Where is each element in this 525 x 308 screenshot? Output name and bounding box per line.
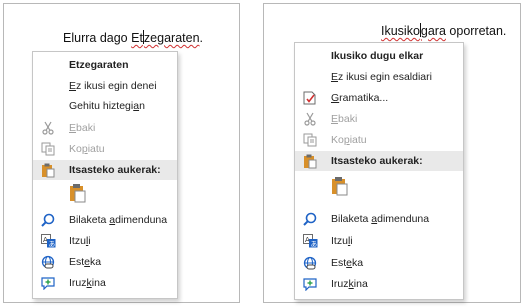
spelling-context-menu: Etzegaraten Ez ikusi egin denei Gehitu h… [32,51,178,299]
menu-item-translate[interactable]: Aあ Itzuli [33,231,177,251]
svg-text:あ: あ [48,240,55,248]
link-label: Esteka [69,256,102,268]
link-label: Esteka [331,257,364,269]
menu-item-paste-options-header: Itsasteko aukerak: [33,160,177,180]
cut-label: Ebaki [69,122,96,134]
paste-keep-text-only-button[interactable] [331,176,351,198]
ignore-sentence-label: Ez ikusi egin esaldiari [331,71,432,83]
comment-label: Iruzkina [331,278,368,290]
copy-icon [40,141,56,157]
menu-item-suggestion[interactable]: Etzegaraten [33,55,177,75]
menu-item-link[interactable]: Esteka [295,253,463,273]
menu-item-grammar[interactable]: Gramatika... [295,88,463,108]
ignore-all-label: Ez ikusi egin denei [69,80,157,92]
copy-icon [302,132,318,148]
suggestion-label: Ikusiko dugu elkar [331,50,424,62]
smart-lookup-icon [302,211,318,227]
sentence-rest: oporretan. [445,24,507,38]
left-document-sentence: Elurra dago Etzegaraten. [63,30,203,45]
paste-keep-text-only-button[interactable] [69,183,89,205]
paste-option-icon [331,177,349,199]
scissors-icon [40,120,56,136]
smart-lookup-icon [40,212,56,228]
menu-item-link[interactable]: Esteka [33,252,177,272]
menu-item-translate[interactable]: Aあ Itzuli [295,231,463,251]
menu-item-cut[interactable]: Ebaki [33,118,177,138]
paste-option-icon [69,184,87,206]
menu-item-smart-lookup[interactable]: Bilaketa adimenduna [295,209,463,229]
left-document-panel: Elurra dago Etzegaraten. Etzegaraten Ez … [3,3,240,303]
menu-item-cut[interactable]: Ebaki [295,109,463,129]
menu-item-suggestion[interactable]: Ikusiko dugu elkar [295,46,463,66]
link-icon [302,255,318,271]
menu-item-ignore-all[interactable]: Ez ikusi egin denei [33,76,177,96]
grammar-icon [302,90,318,106]
right-document-sentence: Ikusikogara oporretan. [381,23,506,38]
translate-icon: Aあ [40,233,56,249]
svg-text:あ: あ [310,240,317,248]
menu-item-comment[interactable]: Iruzkina [295,274,463,294]
misspelled-word[interactable]: Etzegaraten [131,30,200,45]
clipboard-icon [40,162,56,178]
copy-label: Kopiatu [69,143,105,155]
smart-lookup-label: Bilaketa adimenduna [69,214,168,226]
grammar-context-menu: Ikusiko dugu elkar Ez ikusi egin esaldia… [294,42,464,300]
sentence-prefix: Elurra dago [63,31,132,45]
comment-icon [40,275,56,291]
comment-icon [302,276,318,292]
cut-label: Ebaki [331,113,358,125]
menu-item-comment[interactable]: Iruzkina [33,273,177,293]
grammar-flagged-phrase[interactable]: Ikusikogara [381,23,446,38]
menu-item-add-to-dictionary[interactable]: Gehitu hiztegian [33,96,177,116]
paste-options-label: Itsasteko aukerak: [69,164,161,176]
paste-options-label: Itsasteko aukerak: [331,155,423,167]
link-icon [40,254,56,270]
menu-item-copy[interactable]: Kopiatu [295,130,463,150]
translate-label: Itzuli [69,235,91,247]
grammar-label: Gramatika... [331,92,389,104]
comment-label: Iruzkina [69,277,106,289]
suggestion-label: Etzegaraten [69,59,129,71]
add-dictionary-label: Gehitu hiztegian [69,100,145,112]
menu-item-paste-options-header: Itsasteko aukerak: [295,151,463,171]
translate-label: Itzuli [331,235,353,247]
smart-lookup-label: Bilaketa adimenduna [331,213,430,225]
copy-label: Kopiatu [331,134,367,146]
menu-item-ignore-sentence[interactable]: Ez ikusi egin esaldiari [295,67,463,87]
translate-icon: Aあ [302,233,318,249]
menu-item-copy[interactable]: Kopiatu [33,139,177,159]
right-document-panel: Ikusikogara oporretan. Ikusiko dugu elka… [263,3,521,303]
clipboard-icon [302,153,318,169]
sentence-punctuation: . [199,31,204,45]
scissors-icon [302,111,318,127]
menu-item-smart-lookup[interactable]: Bilaketa adimenduna [33,210,177,230]
